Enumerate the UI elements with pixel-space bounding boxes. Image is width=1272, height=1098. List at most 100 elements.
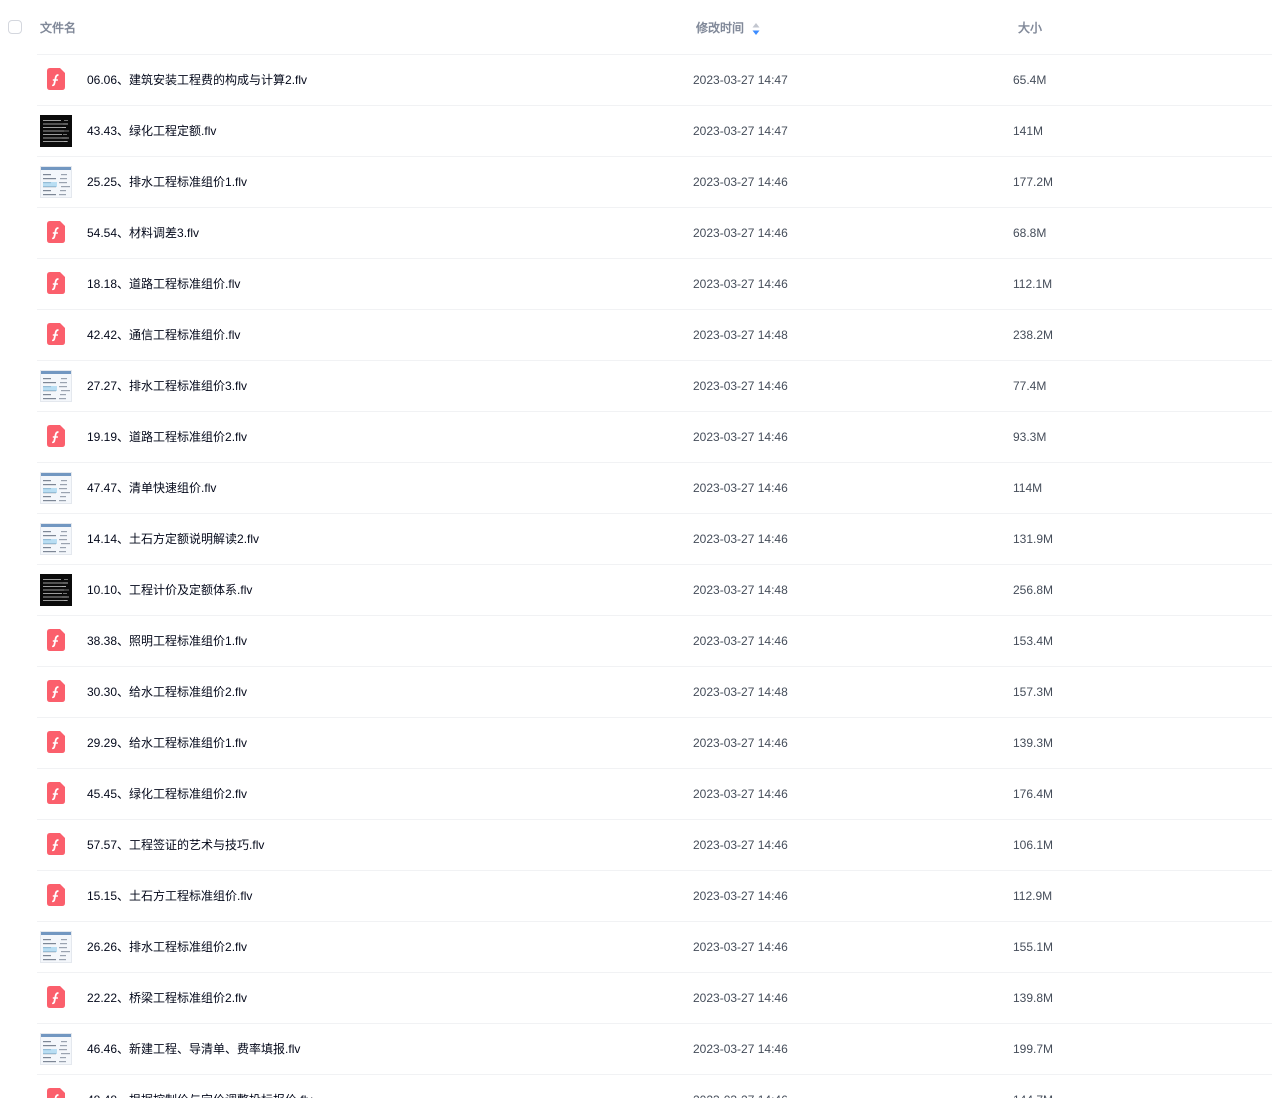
file-size: 256.8M (1013, 583, 1054, 597)
file-size: 68.8M (1013, 226, 1047, 240)
file-name[interactable]: 48.48、根据控制价与定价调整投标报价.flv (87, 1092, 312, 1098)
file-row[interactable]: 45.45、绿化工程标准组价2.flv 2023-03-27 14:46 176.4… (37, 769, 1272, 820)
file-row[interactable]: 48.48、根据控制价与定价调整投标报价.flv 2023-03-27 14:46… (37, 1075, 1272, 1098)
file-size: 93.3M (1013, 430, 1047, 444)
file-size: 114M (1013, 481, 1043, 495)
file-size: 199.7M (1013, 1042, 1054, 1056)
file-row[interactable]: 27.27、排水工程标准组价3.flv 2023-03-27 14:46 77.4M (37, 361, 1272, 412)
file-size: 141M (1013, 124, 1044, 138)
file-modified-time: 2023-03-27 14:48 (693, 583, 788, 597)
video-thumbnail-light (40, 1033, 72, 1065)
file-modified-time: 2023-03-27 14:46 (693, 277, 788, 291)
file-size: 238.2M (1013, 328, 1054, 342)
file-row[interactable]: 10.10、工程计价及定额体系.flv 2023-03-27 14:48 256.8… (37, 565, 1272, 616)
file-size: 112.9M (1013, 889, 1053, 903)
flv-file-icon (47, 323, 65, 345)
file-name[interactable]: 30.30、给水工程标准组价2.flv (87, 684, 247, 700)
file-name[interactable]: 27.27、排水工程标准组价3.flv (87, 378, 247, 394)
file-modified-time: 2023-03-27 14:46 (693, 379, 788, 393)
flv-file-icon (47, 629, 65, 651)
file-modified-time: 2023-03-27 14:46 (693, 634, 788, 648)
file-row[interactable]: 47.47、清单快速组价.flv 2023-03-27 14:46 114M (37, 463, 1272, 514)
file-name[interactable]: 29.29、给水工程标准组价1.flv (87, 735, 247, 751)
file-modified-time: 2023-03-27 14:46 (693, 226, 788, 240)
video-thumbnail-dark (40, 574, 72, 606)
file-row[interactable]: 26.26、排水工程标准组价2.flv 2023-03-27 14:46 155.1… (37, 922, 1272, 973)
file-row[interactable]: 22.22、桥梁工程标准组价2.flv 2023-03-27 14:46 139.8… (37, 973, 1272, 1024)
file-row[interactable]: 18.18、道路工程标准组价.flv 2023-03-27 14:46 112.1M (37, 259, 1272, 310)
file-modified-time: 2023-03-27 14:47 (693, 124, 788, 138)
file-name[interactable]: 15.15、土石方工程标准组价.flv (87, 888, 252, 904)
file-size: 112.1M (1013, 277, 1053, 291)
file-name[interactable]: 57.57、工程签证的艺术与技巧.flv (87, 837, 264, 853)
flv-file-icon (47, 272, 65, 294)
file-modified-time: 2023-03-27 14:48 (693, 328, 788, 342)
flv-file-icon (47, 833, 65, 855)
column-header-size[interactable]: 大小 (1018, 20, 1042, 36)
file-modified-time: 2023-03-27 14:46 (693, 736, 788, 750)
file-name[interactable]: 14.14、土石方定额说明解读2.flv (87, 531, 259, 547)
file-row[interactable]: 06.06、建筑安装工程费的构成与计算2.flv 2023-03-27 14:47… (37, 55, 1272, 106)
file-row[interactable]: 29.29、给水工程标准组价1.flv 2023-03-27 14:46 139.3… (37, 718, 1272, 769)
file-row[interactable]: 57.57、工程签证的艺术与技巧.flv 2023-03-27 14:46 106.… (37, 820, 1272, 871)
file-size: 157.3M (1013, 685, 1054, 699)
video-thumbnail-light (40, 931, 72, 963)
file-name[interactable]: 06.06、建筑安装工程费的构成与计算2.flv (87, 72, 307, 88)
file-row[interactable]: 54.54、材料调差3.flv 2023-03-27 14:46 68.8M (37, 208, 1272, 259)
file-row[interactable]: 25.25、排水工程标准组价1.flv 2023-03-27 14:46 177.2… (37, 157, 1272, 208)
file-name[interactable]: 42.42、通信工程标准组价.flv (87, 327, 240, 343)
file-name[interactable]: 45.45、绿化工程标准组价2.flv (87, 786, 247, 802)
flv-file-icon (47, 680, 65, 702)
video-thumbnail-light (40, 166, 72, 198)
file-modified-time: 2023-03-27 14:46 (693, 1092, 788, 1098)
file-size: 153.4M (1013, 634, 1054, 648)
file-size: 139.8M (1013, 991, 1054, 1005)
file-name[interactable]: 25.25、排水工程标准组价1.flv (87, 174, 247, 190)
file-name[interactable]: 26.26、排水工程标准组价2.flv (87, 939, 247, 955)
file-list: 文件名 修改时间 大小 06.06、建筑安装工程费的构成与计算2.flv 2023… (0, 0, 1272, 1098)
file-modified-time: 2023-03-27 14:46 (693, 787, 788, 801)
sort-descending-icon[interactable] (751, 22, 761, 36)
file-name[interactable]: 38.38、照明工程标准组价1.flv (87, 633, 247, 649)
file-size: 131.9M (1013, 532, 1054, 546)
flv-file-icon (47, 986, 65, 1008)
file-name[interactable]: 18.18、道路工程标准组价.flv (87, 276, 240, 292)
file-size: 106.1M (1013, 838, 1054, 852)
file-name[interactable]: 19.19、道路工程标准组价2.flv (87, 429, 247, 445)
select-all-checkbox[interactable] (8, 20, 22, 34)
video-thumbnail-light (40, 472, 72, 504)
video-thumbnail-light (40, 370, 72, 402)
flv-file-icon (47, 782, 65, 804)
file-row[interactable]: 15.15、土石方工程标准组价.flv 2023-03-27 14:46 112.9… (37, 871, 1272, 922)
file-modified-time: 2023-03-27 14:48 (693, 685, 788, 699)
file-rows: 06.06、建筑安装工程费的构成与计算2.flv 2023-03-27 14:47… (0, 55, 1272, 1098)
list-header: 文件名 修改时间 大小 (8, 0, 1272, 55)
file-row[interactable]: 38.38、照明工程标准组价1.flv 2023-03-27 14:46 153.4… (37, 616, 1272, 667)
file-name[interactable]: 22.22、桥梁工程标准组价2.flv (87, 990, 247, 1006)
file-name[interactable]: 43.43、绿化工程定额.flv (87, 123, 216, 139)
file-name[interactable]: 54.54、材料调差3.flv (87, 225, 199, 241)
file-modified-time: 2023-03-27 14:47 (693, 73, 788, 87)
file-size: 177.2M (1013, 175, 1054, 189)
file-name[interactable]: 47.47、清单快速组价.flv (87, 480, 216, 496)
file-modified-time: 2023-03-27 14:46 (693, 175, 788, 189)
file-modified-time: 2023-03-27 14:46 (693, 838, 788, 852)
file-name[interactable]: 10.10、工程计价及定额体系.flv (87, 582, 252, 598)
flv-file-icon (47, 68, 65, 90)
flv-file-icon (47, 221, 65, 243)
file-row[interactable]: 42.42、通信工程标准组价.flv 2023-03-27 14:48 238.2M (37, 310, 1272, 361)
file-row[interactable]: 19.19、道路工程标准组价2.flv 2023-03-27 14:46 93.3M (37, 412, 1272, 463)
file-modified-time: 2023-03-27 14:46 (693, 481, 788, 495)
video-thumbnail-dark (40, 115, 72, 147)
file-size: 139.3M (1013, 736, 1054, 750)
file-row[interactable]: 43.43、绿化工程定额.flv 2023-03-27 14:47 141M (37, 106, 1272, 157)
column-header-name[interactable]: 文件名 (40, 20, 76, 36)
file-modified-time: 2023-03-27 14:46 (693, 1042, 788, 1056)
file-row[interactable]: 46.46、新建工程、导清单、费率填报.flv 2023-03-27 14:46 1… (37, 1024, 1272, 1075)
file-size: 144.7M (1013, 1092, 1053, 1098)
file-name[interactable]: 46.46、新建工程、导清单、费率填报.flv (87, 1041, 300, 1057)
file-row[interactable]: 14.14、土石方定额说明解读2.flv 2023-03-27 14:46 131.… (37, 514, 1272, 565)
file-row[interactable]: 30.30、给水工程标准组价2.flv 2023-03-27 14:48 157.3… (37, 667, 1272, 718)
file-modified-time: 2023-03-27 14:46 (693, 940, 788, 954)
column-header-modified-time[interactable]: 修改时间 (696, 20, 744, 36)
